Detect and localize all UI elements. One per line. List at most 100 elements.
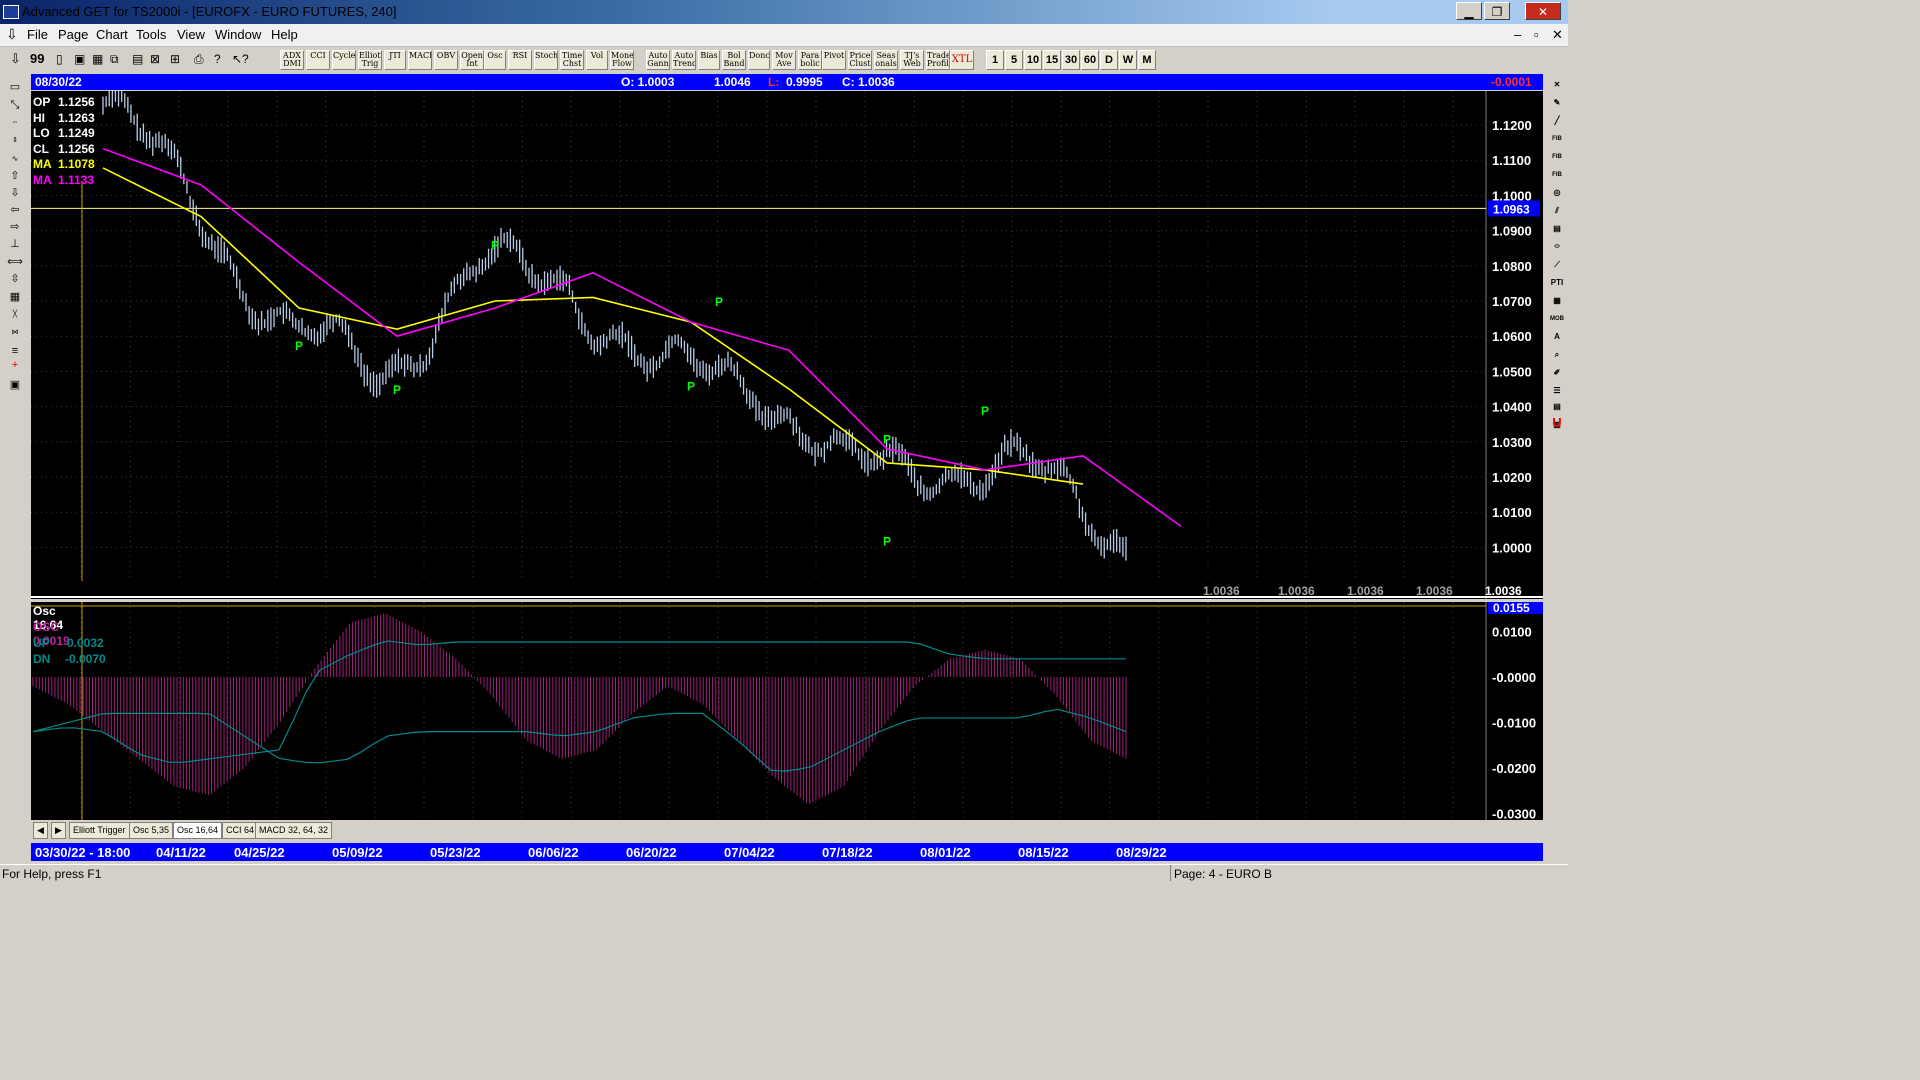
toolbar-xtl-button[interactable]: XTL bbox=[950, 50, 974, 70]
print-icon[interactable]: ⎙ bbox=[194, 52, 204, 67]
table-icon[interactable]: ▦ bbox=[1547, 294, 1567, 308]
arrow-right-icon[interactable]: ⇨ bbox=[5, 220, 25, 234]
toolbar-auto-trend-button[interactable]: Auto Trend bbox=[672, 50, 696, 70]
grid-tool-icon[interactable]: ▤ bbox=[1547, 222, 1567, 236]
toolbar-seas-onals-button[interactable]: Seas onals bbox=[874, 50, 898, 70]
toolbar-cci-button[interactable]: CCI bbox=[306, 50, 330, 70]
context-help-icon[interactable]: ↖? bbox=[232, 52, 249, 66]
lines-icon[interactable]: ╳ bbox=[5, 308, 25, 322]
expand-v-icon[interactable]: ⇳ bbox=[5, 272, 25, 286]
channel-icon[interactable]: ⫽ bbox=[1547, 204, 1567, 218]
toolbar-pivot-button[interactable]: Pivot bbox=[822, 50, 846, 70]
toolbar-rsi-button[interactable]: RSI bbox=[508, 50, 532, 70]
reset-icon[interactable]: ⇔ bbox=[5, 116, 25, 130]
pencil-icon[interactable]: ✎ bbox=[1547, 96, 1567, 110]
open-icon[interactable]: ▣ bbox=[74, 52, 85, 66]
toolbar-cycles-button[interactable]: Cycles bbox=[332, 50, 356, 70]
bars-icon[interactable]: ⊥ bbox=[5, 237, 25, 251]
delete-icon[interactable]: ✕ bbox=[1547, 78, 1567, 92]
toolbar-osc-button[interactable]: Osc bbox=[484, 50, 506, 70]
oscillator-panel[interactable]: 0.0100 -0.0000 -0.0100 -0.0200 -0.0300 0.0155… bbox=[31, 602, 1543, 820]
fib-ret-icon[interactable]: FIB bbox=[1547, 132, 1567, 146]
toolbar-bias-button[interactable]: Bias bbox=[698, 50, 720, 70]
mob-icon[interactable]: MOB bbox=[1547, 312, 1567, 326]
timeframe-w-button[interactable]: W bbox=[1119, 50, 1137, 70]
text-icon[interactable]: A bbox=[1547, 330, 1567, 344]
close-button[interactable]: ✕ bbox=[1525, 2, 1561, 20]
crosshair-icon[interactable]: + bbox=[5, 358, 25, 372]
cursor-icon[interactable]: ⇩ bbox=[10, 51, 21, 67]
tab-prev-button[interactable]: ◀ bbox=[33, 822, 48, 839]
grid-icon[interactable]: ▤ bbox=[132, 52, 143, 66]
price-chart-svg[interactable]: 1.12001.11001.10001.09001.08001.07001.06… bbox=[31, 91, 1543, 599]
mdi-restore-button[interactable]: ▫ bbox=[1534, 27, 1539, 42]
save-icon[interactable]: ▦ bbox=[92, 52, 103, 66]
timeframe-5-button[interactable]: 5 bbox=[1005, 50, 1023, 70]
elliott-icon[interactable]: ∿ bbox=[5, 152, 25, 166]
menu-help[interactable]: Help bbox=[271, 27, 298, 42]
toolbar-obv-button[interactable]: OBV bbox=[434, 50, 458, 70]
minimize-button[interactable]: ▁ bbox=[1456, 2, 1482, 20]
menu-page[interactable]: Page bbox=[58, 27, 88, 42]
cycle-icon[interactable]: ◎ bbox=[1547, 186, 1567, 200]
maximize-button[interactable]: ❐ bbox=[1484, 2, 1510, 20]
menu-tools[interactable]: Tools bbox=[136, 27, 166, 42]
calendar-icon[interactable]: ▦ bbox=[5, 290, 25, 304]
toolbar-mov-ave-button[interactable]: Mov Ave bbox=[772, 50, 796, 70]
fib-icon[interactable]: ≡ bbox=[5, 344, 25, 358]
menu-view[interactable]: View bbox=[177, 27, 205, 42]
magnifier-icon[interactable]: ⌕ bbox=[1547, 348, 1567, 362]
timeframe-30-button[interactable]: 30 bbox=[1062, 50, 1080, 70]
toolbar-jti-button[interactable]: JTI bbox=[384, 50, 406, 70]
expand-h-icon[interactable]: ⟺ bbox=[5, 255, 25, 269]
toolbar-price-clust-button[interactable]: Price Clust bbox=[848, 50, 872, 70]
pti-icon[interactable]: PTI bbox=[1547, 276, 1567, 290]
tab-macd[interactable]: MACD 32, 64, 32 bbox=[255, 822, 333, 839]
toolbar-adx-dmi-button[interactable]: ADX DMI bbox=[280, 50, 304, 70]
tab-next-button[interactable]: ▶ bbox=[51, 822, 66, 839]
timeframe-15-button[interactable]: 15 bbox=[1043, 50, 1061, 70]
timeframe-60-button[interactable]: 60 bbox=[1081, 50, 1099, 70]
arrow-down-icon[interactable]: ⇩ bbox=[5, 186, 25, 200]
fib-ext-icon[interactable]: FIB bbox=[1547, 150, 1567, 164]
folder-icon[interactable]: ▭ bbox=[5, 80, 25, 94]
oscillator-svg[interactable]: 0.0100 -0.0000 -0.0100 -0.0200 -0.0300 0.0155 bbox=[31, 602, 1543, 820]
toolbar-open-int-button[interactable]: Open Int bbox=[460, 50, 484, 70]
tab-osc-5-35[interactable]: Osc 5,35 bbox=[129, 822, 174, 839]
study-icon[interactable]: ⇕ bbox=[5, 134, 25, 148]
toolbar-auto-gann-button[interactable]: Auto Gann bbox=[646, 50, 670, 70]
toolbar-tj-s-web-button[interactable]: TJ's Web bbox=[900, 50, 924, 70]
toolbar-bol-band-button[interactable]: Bol Band bbox=[722, 50, 746, 70]
menu-file[interactable]: File bbox=[27, 27, 48, 42]
menu-chart[interactable]: Chart bbox=[96, 27, 128, 42]
tab-cci-64[interactable]: CCI 64 bbox=[222, 822, 259, 839]
mdi-minimize-button[interactable]: – bbox=[1514, 27, 1521, 42]
line-tool-icon[interactable]: ╱ bbox=[1547, 114, 1567, 128]
notes-icon[interactable]: ▤ bbox=[1547, 400, 1567, 414]
tab-elliott-trigger[interactable]: Elliott Trigger bbox=[69, 822, 130, 839]
toolbar-stoch-button[interactable]: Stoch bbox=[534, 50, 558, 70]
price-chart[interactable]: 1.1200 1.1100 1.1000 1.0900 1.0800 1.0700 1.06… bbox=[31, 91, 1543, 599]
toolbar-trade-profile-button[interactable]: Trade Profile bbox=[926, 50, 950, 70]
brush-icon[interactable]: ✐ bbox=[1547, 366, 1567, 380]
timeframe-1-button[interactable]: 1 bbox=[986, 50, 1004, 70]
cross-icon[interactable]: ⊠ bbox=[150, 52, 160, 66]
fib-time-icon[interactable]: FIB bbox=[1547, 168, 1567, 182]
timeframe-m-button[interactable]: M bbox=[1138, 50, 1156, 70]
copy-icon[interactable]: ⧉ bbox=[110, 52, 119, 67]
gann-icon[interactable]: ⋈ bbox=[5, 326, 25, 340]
help-icon[interactable]: ? bbox=[214, 52, 221, 66]
new-page-icon[interactable]: ▯ bbox=[56, 52, 63, 66]
undo-icon[interactable]: U bbox=[1547, 416, 1567, 430]
toolbar-time-chst-button[interactable]: Time Chst bbox=[560, 50, 584, 70]
zoom-icon[interactable]: ⤡ bbox=[5, 98, 25, 112]
menu-window[interactable]: Window bbox=[215, 27, 261, 42]
list-icon[interactable]: ☰ bbox=[1547, 384, 1567, 398]
quote-icon[interactable]: 99 bbox=[30, 51, 44, 66]
toolbar-money-flow-button[interactable]: Money Flow bbox=[610, 50, 634, 70]
timeframe-10-button[interactable]: 10 bbox=[1024, 50, 1042, 70]
toolbar-donch-button[interactable]: Donch bbox=[748, 50, 770, 70]
erase-icon[interactable]: ▣ bbox=[5, 378, 25, 392]
speed-line-icon[interactable]: ⟋ bbox=[1547, 258, 1567, 272]
mdi-close-button[interactable]: ✕ bbox=[1552, 27, 1563, 43]
